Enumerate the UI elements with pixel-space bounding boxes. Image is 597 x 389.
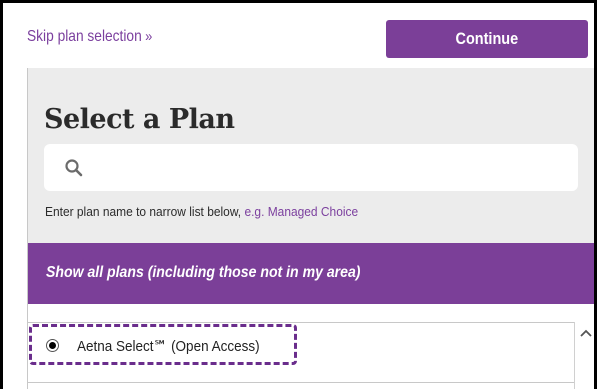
list-item[interactable]: Aetna Select℠ (Open Access)	[29, 324, 297, 365]
search-box[interactable]	[44, 144, 578, 191]
search-input[interactable]	[94, 152, 568, 184]
search-icon	[65, 159, 83, 177]
chevron-up-icon[interactable]	[578, 323, 594, 343]
radio-selected-icon[interactable]	[46, 339, 59, 352]
scrollbar-track[interactable]	[574, 322, 575, 389]
skip-plan-selection-link[interactable]: Skip plan selection»	[27, 28, 152, 46]
double-chevron-icon: »	[145, 28, 153, 45]
show-all-plans-link[interactable]: Show all plans (including those not in m…	[46, 264, 360, 282]
continue-button-label: Continue	[455, 29, 519, 48]
top-bar: Skip plan selection» Continue	[3, 3, 594, 71]
list-divider-bottom	[28, 382, 574, 383]
plan-list: Aetna Select℠ (Open Access)	[28, 304, 594, 389]
helper-example-link[interactable]: e.g. Managed Choice	[244, 204, 358, 219]
search-helper-text: Enter plan name to narrow list below, e.…	[45, 204, 358, 219]
select-plan-panel: Select a Plan Enter plan name to narrow …	[28, 68, 594, 243]
skip-link-label: Skip plan selection	[27, 28, 142, 45]
continue-button[interactable]: Continue	[386, 20, 588, 58]
list-divider-top	[28, 322, 574, 323]
helper-text-label: Enter plan name to narrow list below,	[45, 204, 245, 219]
radio-dot	[49, 342, 56, 349]
filter-band: Show all plans (including those not in m…	[28, 243, 594, 304]
page-title: Select a Plan	[44, 104, 235, 135]
plan-label: Aetna Select℠ (Open Access)	[77, 338, 260, 355]
